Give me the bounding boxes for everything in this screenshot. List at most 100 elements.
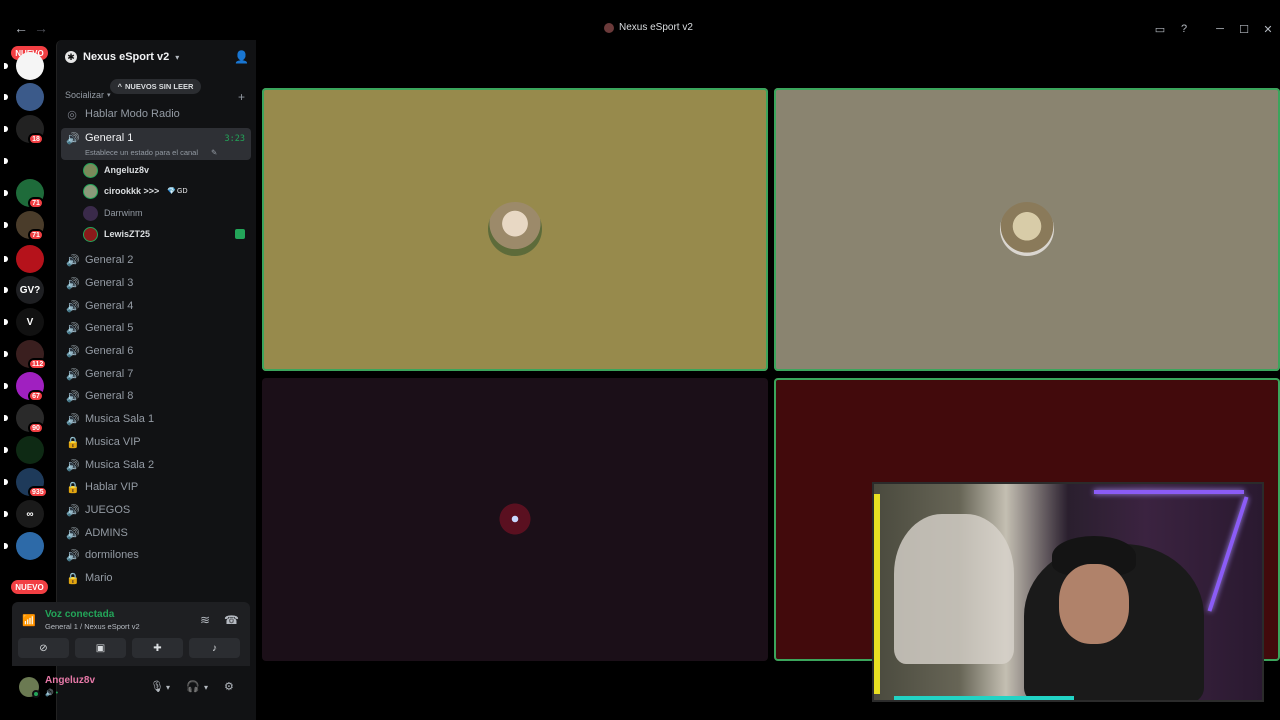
close-icon[interactable]: ✕ <box>1256 19 1280 39</box>
mention-badge: 90 <box>28 422 44 434</box>
help-icon[interactable]: ? <box>1172 19 1196 39</box>
camera-toggle-button[interactable]: ⊘ <box>18 638 69 658</box>
channel-general-5[interactable]: 🔊 General 5 <box>61 318 251 338</box>
server-icon-0[interactable] <box>16 52 44 80</box>
channel-name: Musica Sala 2 <box>85 459 155 471</box>
unread-pill[interactable]: ^ NUEVOS SIN LEER <box>110 79 201 94</box>
channel-name: Hablar Modo Radio <box>85 108 180 120</box>
discord-window: ← → Nexus eSport v2 ▭ ? ─ ☐ ✕ NUEVO NUEV… <box>0 0 1280 720</box>
unread-pill-label: NUEVOS SIN LEER <box>125 82 194 91</box>
speaker-icon: 🔊 <box>66 413 80 426</box>
mention-badge: 67 <box>28 390 44 402</box>
channel-name: Mario <box>85 572 113 584</box>
channel-name: General 7 <box>85 368 134 380</box>
forward-arrow-icon[interactable]: → <box>34 20 48 36</box>
speaker-icon: 🔊 <box>66 300 80 313</box>
channel-hablar-modo-radio[interactable]: ◎ Hablar Modo Radio <box>61 104 251 124</box>
server-icon-15[interactable] <box>16 532 44 560</box>
speaker-icon: 🔊 <box>66 549 80 562</box>
mention-badge: 112 <box>28 358 48 370</box>
channel-name: ADMINS <box>85 527 128 539</box>
gear-icon[interactable]: ⚙ <box>224 680 234 693</box>
activities-button[interactable]: ✚ <box>132 638 183 658</box>
channel-name: General 1 <box>85 132 134 144</box>
voice-user[interactable]: Darrwinm <box>83 204 249 222</box>
channel-name: General 6 <box>85 345 134 357</box>
channel-general-2[interactable]: 🔊 General 2 <box>61 250 251 270</box>
screen-share-button[interactable]: ▣ <box>75 638 126 658</box>
window-controls: ▭ ? ─ ☐ ✕ <box>1148 19 1280 39</box>
server-icon-8[interactable]: V <box>16 308 44 336</box>
stage-icon: ◎ <box>67 108 77 121</box>
channel-hablar-vip[interactable]: 🔒 Hablar VIP <box>61 477 251 497</box>
server-icon-3[interactable] <box>16 147 44 175</box>
new-unread-badge-bottom[interactable]: NUEVO <box>11 580 48 594</box>
headphones-icon[interactable]: 🎧 <box>186 680 200 693</box>
avatar[interactable] <box>19 677 40 698</box>
speaker-icon: 🔊 <box>66 345 80 358</box>
server-icon-12[interactable] <box>16 436 44 464</box>
channel-musica-sala-2[interactable]: 🔊 Musica Sala 2 <box>61 455 251 475</box>
channel-mario[interactable]: 🔒 Mario <box>61 568 251 588</box>
speaker-icon: 🔊 <box>66 504 80 517</box>
back-arrow-icon[interactable]: ← <box>14 20 28 36</box>
microphone-icon[interactable]: 🎙 <box>150 680 164 693</box>
chevron-down-icon[interactable]: ▾ <box>204 683 208 692</box>
minimize-icon[interactable]: ─ <box>1208 19 1232 39</box>
diamond-icon: 💎 <box>167 188 177 195</box>
edit-pencil-icon[interactable]: ✎ <box>211 148 217 157</box>
user-panel: Angeluz8v 🔊 • 🎙 ▾ 🎧 ▾ ⚙ <box>12 670 250 706</box>
inbox-icon[interactable]: ▭ <box>1148 19 1172 39</box>
username[interactable]: Angeluz8v <box>45 675 95 686</box>
invite-user-icon[interactable]: 👤 <box>234 50 249 64</box>
soundboard-button[interactable]: ♪ <box>189 638 240 658</box>
channel-general-1[interactable]: 🔊 General 1 3:23 Establece un estado para e… <box>61 128 251 160</box>
signal-icon[interactable]: 📶 <box>22 614 36 627</box>
voice-connection-panel: 📶 Voz conectada General 1 / Nexus eSport… <box>12 602 250 666</box>
unread-pip <box>4 287 8 293</box>
channel-juegos[interactable]: 🔊 JUEGOS <box>61 500 251 520</box>
speaker-icon: 🔊 <box>66 133 80 145</box>
channel-general-8[interactable]: 🔊 General 8 <box>61 386 251 406</box>
server-icon-6[interactable] <box>16 245 44 273</box>
call-timer: 3:23 <box>224 134 245 144</box>
channel-status[interactable]: Establece un estado para el canal <box>85 148 198 157</box>
voice-channel-path[interactable]: General 1 / Nexus eSport v2 <box>45 622 140 631</box>
participant-tile[interactable] <box>262 378 768 661</box>
chevron-down-icon[interactable]: ▾ <box>166 683 170 692</box>
voice-user[interactable]: LewisZT25 <box>83 225 249 243</box>
participant-tile[interactable] <box>262 88 768 371</box>
mention-badge: 71 <box>28 229 44 241</box>
unread-pip <box>4 511 8 517</box>
channel-admins[interactable]: 🔊 ADMINS <box>61 523 251 543</box>
voice-user[interactable]: Angeluz8v <box>83 161 249 179</box>
channel-general-4[interactable]: 🔊 General 4 <box>61 296 251 316</box>
channel-musica-vip[interactable]: 🔒 Musica VIP <box>61 432 251 452</box>
webcam-overlay <box>872 482 1264 702</box>
disconnect-icon[interactable]: ☎ <box>224 613 239 627</box>
participant-tile[interactable] <box>774 88 1280 371</box>
avatar <box>83 162 98 178</box>
server-tag-label: GD <box>177 187 188 195</box>
window-title: Nexus eSport v2 <box>604 22 693 33</box>
channel-name: JUEGOS <box>85 504 131 516</box>
maximize-icon[interactable]: ☐ <box>1232 19 1256 39</box>
voice-connected-title[interactable]: Voz conectada <box>45 609 114 620</box>
voice-user[interactable]: cirookkk >>> 💎 GD <box>83 182 249 200</box>
add-channel-icon[interactable]: + <box>238 90 245 104</box>
channel-name: Musica Sala 1 <box>85 413 155 425</box>
noise-suppression-icon[interactable]: ≋ <box>200 613 210 627</box>
server-icon-1[interactable] <box>16 83 44 111</box>
server-icon-7[interactable]: GV? <box>16 276 44 304</box>
channel-musica-sala-1[interactable]: 🔊 Musica Sala 1 <box>61 409 251 429</box>
unread-pip <box>4 319 8 325</box>
server-name: Nexus eSport v2 <box>83 51 170 63</box>
game-activity-icon <box>235 229 245 239</box>
channel-general-6[interactable]: 🔊 General 6 <box>61 341 251 361</box>
channel-general-7[interactable]: 🔊 General 7 <box>61 364 251 384</box>
server-header[interactable]: ✱ Nexus eSport v2 ▾ 👤 <box>65 48 253 66</box>
channel-general-3[interactable]: 🔊 General 3 <box>61 273 251 293</box>
unread-pip <box>4 190 8 196</box>
channel-dormilones[interactable]: 🔊 dormilones <box>61 545 251 565</box>
server-icon-14[interactable]: ∞ <box>16 500 44 528</box>
